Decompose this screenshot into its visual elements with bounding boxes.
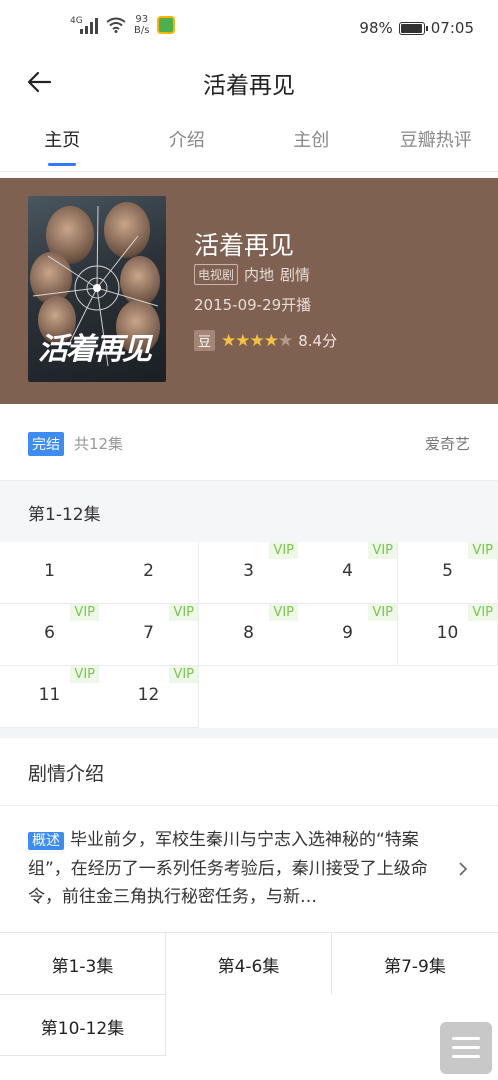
net-speed: 93 B/s <box>134 14 150 36</box>
show-title: 活着再见 <box>194 231 295 260</box>
plot-range-button[interactable]: 第1-3集 <box>0 932 166 994</box>
page-title: 活着再见 <box>203 73 295 99</box>
chevron-right-icon[interactable] <box>456 860 470 878</box>
type-tag: 电视剧 <box>194 264 239 285</box>
plot-synopsis[interactable]: 概述 毕业前夕，军校生秦川与宁志入选神秘的“特案组”，在经历了一系列任务考验后，秦… <box>28 826 446 911</box>
genre: 剧情 <box>280 266 311 284</box>
show-hero: 活着再见 活着再见 电视剧 内地 剧情 2015-09-29开播 豆 ★★★★★… <box>0 178 498 404</box>
episode-range-label[interactable]: 第1-12集 <box>28 500 101 525</box>
plot-range-button[interactable]: 第10-12集 <box>0 994 166 1056</box>
vip-badge: VIP <box>269 542 298 559</box>
score: 8.4分 <box>298 332 338 350</box>
status-badge: 完结 <box>28 432 64 456</box>
show-poster[interactable]: 活着再见 <box>28 196 166 382</box>
plot-heading: 剧情介绍 <box>28 763 105 785</box>
region: 内地 <box>244 266 275 284</box>
episode-cell[interactable]: VIP 7 <box>99 604 199 666</box>
episode-cell[interactable]: VIP 6 <box>0 604 100 666</box>
status-bar: 4G 93 B/s 98% 07:05 <box>0 0 498 56</box>
network-type: 4G <box>70 16 83 26</box>
episode-cell[interactable]: VIP 10 <box>398 604 498 666</box>
star-rating: ★★★★★ <box>221 330 293 351</box>
signal-icon: 4G <box>70 16 98 34</box>
douban-icon: 豆 <box>194 330 215 351</box>
vip-badge: VIP <box>169 604 198 621</box>
wifi-icon <box>106 17 126 33</box>
vip-badge: VIP <box>169 666 198 683</box>
show-meta: 电视剧 内地 剧情 <box>194 264 310 285</box>
vip-badge: VIP <box>269 604 298 621</box>
tab-douban-reviews[interactable]: 豆瓣热评 <box>374 118 498 171</box>
episode-status-row: 完结 共12集 爱奇艺 <box>0 404 498 480</box>
vip-badge: VIP <box>368 604 397 621</box>
vip-badge: VIP <box>468 604 497 621</box>
header: 活着再见 <box>0 56 498 108</box>
episode-cell[interactable]: VIP 11 <box>0 666 100 728</box>
synopsis-tag: 概述 <box>28 832 64 850</box>
clock: 07:05 <box>430 19 474 37</box>
plot-range-button[interactable]: 第4-6集 <box>166 932 332 994</box>
air-date: 2015-09-29开播 <box>194 296 312 314</box>
floating-menu-button[interactable] <box>440 1022 492 1074</box>
tab-intro[interactable]: 介绍 <box>125 118 250 171</box>
app-notification-icon <box>157 16 176 34</box>
episode-range-header: 第1-12集 <box>0 480 498 542</box>
episode-cell[interactable]: VIP 3 <box>199 542 299 604</box>
battery-icon <box>398 21 428 35</box>
episode-cell[interactable]: 2 <box>99 542 199 604</box>
episode-cell[interactable]: 1 <box>0 542 100 604</box>
synopsis-text: 毕业前夕，军校生秦川与宁志入选神秘的“特案组”，在经历了一系列任务考验后，秦川接… <box>28 830 428 907</box>
rating: 豆 ★★★★★ 8.4分 <box>194 330 337 351</box>
episode-cell[interactable]: VIP 8 <box>199 604 299 666</box>
poster-title: 活着再见 <box>38 332 152 367</box>
episode-cell[interactable]: VIP 9 <box>298 604 398 666</box>
section-divider <box>0 728 498 738</box>
vip-badge: VIP <box>70 666 99 683</box>
vip-badge: VIP <box>368 542 397 559</box>
vip-badge: VIP <box>468 542 497 559</box>
episode-count: 共12集 <box>74 435 124 453</box>
tab-home[interactable]: 主页 <box>0 118 125 171</box>
plot-range-button[interactable]: 第7-9集 <box>332 932 498 994</box>
episode-cell[interactable]: VIP 4 <box>298 542 398 604</box>
tab-creators[interactable]: 主创 <box>249 118 374 171</box>
vip-badge: VIP <box>70 604 99 621</box>
platform-source[interactable]: 爱奇艺 <box>425 433 470 454</box>
episode-cell[interactable]: VIP 5 <box>398 542 498 604</box>
battery-percent: 98% <box>359 19 393 37</box>
tab-bar: 主页 介绍 主创 豆瓣热评 <box>0 118 498 172</box>
episode-cell[interactable]: VIP 12 <box>99 666 199 728</box>
plot-section-header: 剧情介绍 <box>0 738 498 806</box>
